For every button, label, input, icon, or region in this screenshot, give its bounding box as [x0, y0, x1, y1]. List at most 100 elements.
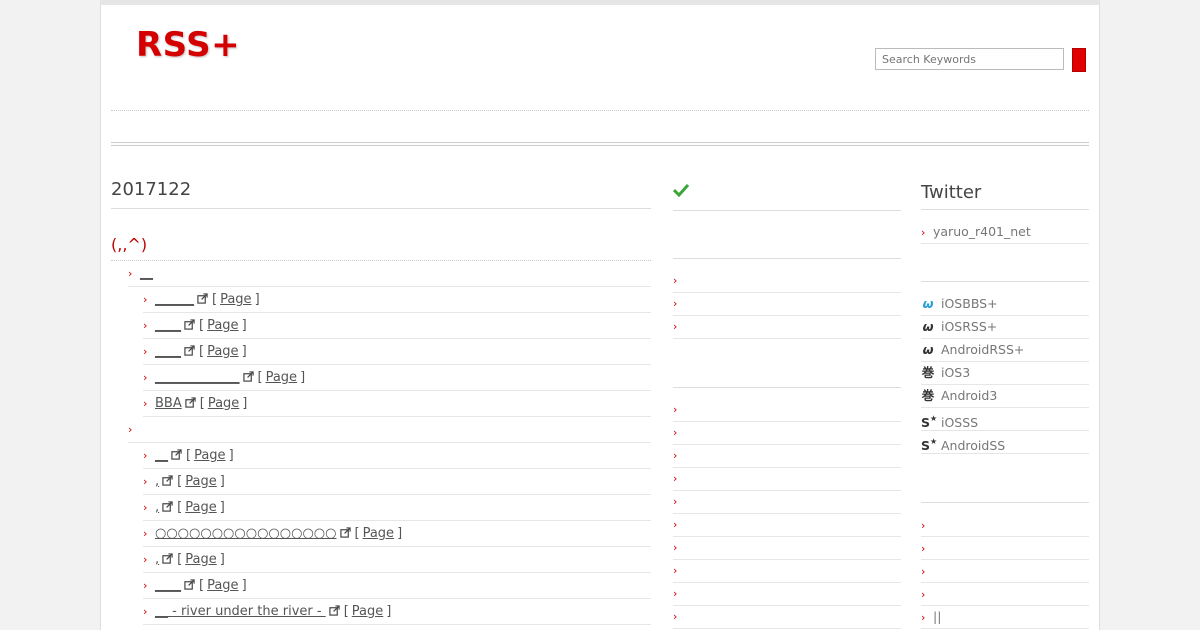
page-link[interactable]: Page	[185, 500, 216, 515]
chevron-right-icon: ›	[673, 320, 678, 333]
article-link[interactable]: __ - river under the river -	[155, 604, 326, 619]
list-item: › ____ [Page]	[143, 339, 651, 365]
list-item[interactable]: ›	[921, 537, 1089, 560]
article-link[interactable]: ,	[155, 552, 159, 567]
app-link[interactable]: ω iOSBBS+	[921, 293, 1089, 316]
page-link[interactable]: Page	[194, 448, 225, 463]
category-row[interactable]: ›	[128, 417, 651, 443]
external-link-icon	[184, 579, 195, 590]
app-link[interactable]: S★ iOSSS	[921, 408, 1089, 431]
chevron-right-icon: ›	[673, 541, 678, 554]
middle-column: › › › › › › › › › › › › ›	[672, 173, 901, 629]
list-item[interactable]: ›	[673, 399, 901, 422]
list-item[interactable]: ›	[673, 270, 901, 293]
chevron-right-icon: ›	[143, 293, 148, 306]
list-item[interactable]: ›	[673, 514, 901, 537]
chevron-right-icon: ›	[673, 610, 678, 623]
article-link[interactable]: ______	[155, 292, 194, 307]
search-button[interactable]	[1072, 48, 1086, 72]
article-list: › __ › ______[Page] › ____[Page] › ____[Page] › _…	[111, 261, 651, 625]
article-link[interactable]: ,	[155, 500, 159, 515]
page-link[interactable]: Page	[220, 292, 251, 307]
external-link-icon	[162, 501, 173, 512]
article-link[interactable]: ,	[155, 474, 159, 489]
article-link[interactable]: ____	[155, 318, 181, 333]
page-bracket: [Page]	[212, 292, 260, 307]
app-list: ω iOSBBS+ ω iOSRSS+ ω AndroidRSS+ 巻 iOS3 巻 Androi…	[921, 293, 1089, 454]
site-logo[interactable]: RSS+	[136, 25, 240, 65]
page-link[interactable]: Page	[363, 526, 394, 541]
app-label: iOSRSS+	[941, 319, 998, 334]
page-link[interactable]: Page	[352, 604, 383, 619]
sidebar: Twitter › yaruo_r401_net ω iOSBBS+ ω iOSRSS+…	[921, 173, 1089, 630]
twitter-link[interactable]: › yaruo_r401_net	[921, 221, 1089, 244]
main-column: 2017122 (,,^) › __ › ______[Page] › ____[Page…	[111, 173, 651, 625]
list-item[interactable]: ›	[673, 293, 901, 316]
page-link[interactable]: Page	[185, 552, 216, 567]
article-link[interactable]: BBA	[155, 396, 182, 411]
list-item[interactable]: ›	[673, 445, 901, 468]
search-input[interactable]	[875, 48, 1064, 70]
page-container: RSS+ 2017122 (,,^) ›__›______[Page]›____…	[100, 0, 1100, 630]
list-item: › __ [Page]	[143, 443, 651, 469]
page-link[interactable]: Page	[207, 344, 238, 359]
list-item[interactable]: ›	[673, 468, 901, 491]
external-link-icon	[339, 527, 351, 538]
list-item[interactable]: ›	[921, 560, 1089, 583]
list-item[interactable]: ›	[673, 491, 901, 514]
article-link[interactable]: ____	[155, 578, 181, 593]
list-item: ›, [Page]	[143, 547, 651, 573]
middle-list-b: › › › › › › › › › ›	[673, 399, 901, 629]
app-link[interactable]: ω AndroidRSS+	[921, 339, 1089, 362]
article-link[interactable]: ○○○○○○○○○○○○○○○○	[155, 526, 337, 541]
list-item[interactable]: ›	[673, 560, 901, 583]
header-divider	[111, 110, 1089, 111]
middle-list-a: › › ›	[673, 270, 901, 339]
app-link[interactable]: 巻 Android3	[921, 385, 1089, 408]
chevron-right-icon: ›	[143, 397, 148, 410]
chevron-right-icon: ›	[921, 611, 926, 624]
external-link-icon	[185, 397, 196, 408]
chevron-right-icon: ›	[143, 371, 148, 384]
list-item[interactable]: ›	[673, 606, 901, 629]
chevron-right-icon: ›	[143, 527, 148, 540]
chevron-right-icon: ›	[921, 226, 926, 239]
list-item[interactable]: › ||	[921, 606, 1089, 629]
list-item: › ______ [Page]	[143, 287, 651, 313]
page-bracket: [Page]	[199, 344, 247, 359]
page-bracket: [Page]	[199, 578, 247, 593]
app-label: AndroidRSS+	[941, 342, 1025, 357]
list-item[interactable]: ›	[921, 514, 1089, 537]
page-bracket: [Page]	[186, 448, 234, 463]
article-link[interactable]: _____________	[155, 370, 240, 385]
app-label: AndroidSS	[941, 438, 1006, 453]
page-link[interactable]: Page	[207, 578, 238, 593]
page-link[interactable]: Page	[207, 318, 238, 333]
list-item[interactable]: ›	[673, 316, 901, 339]
list-item[interactable]: ›	[921, 583, 1089, 606]
list-item[interactable]: ›	[673, 583, 901, 606]
page-link[interactable]: Page	[185, 474, 216, 489]
omega-icon: ω	[922, 296, 934, 311]
app-link[interactable]: S★ AndroidSS	[921, 431, 1089, 454]
scroll-kanji-icon: 巻	[921, 365, 935, 380]
chevron-right-icon: ›	[673, 297, 678, 310]
list-item: › ____ [Page]	[143, 573, 651, 599]
article-link[interactable]: ____	[155, 344, 181, 359]
page-bracket: [Page]	[199, 396, 248, 411]
twitter-account: yaruo_r401_net	[933, 224, 1031, 239]
list-item[interactable]: ›	[673, 422, 901, 445]
page-link[interactable]: Page	[208, 396, 239, 411]
s-star-icon: S★	[921, 437, 938, 453]
article-link[interactable]: __	[155, 448, 168, 463]
category-row[interactable]: › __	[128, 261, 651, 287]
list-item[interactable]: ›	[673, 537, 901, 560]
app-link[interactable]: 巻 iOS3	[921, 362, 1089, 385]
page-title: 2017122	[111, 173, 651, 209]
app-link[interactable]: ω iOSRSS+	[921, 316, 1089, 339]
chevron-right-icon: ›	[143, 475, 148, 488]
page-link[interactable]: Page	[266, 370, 297, 385]
page-bracket: [Page]	[177, 474, 225, 489]
category-link[interactable]: __	[140, 266, 153, 281]
chevron-right-icon: ›	[143, 579, 148, 592]
